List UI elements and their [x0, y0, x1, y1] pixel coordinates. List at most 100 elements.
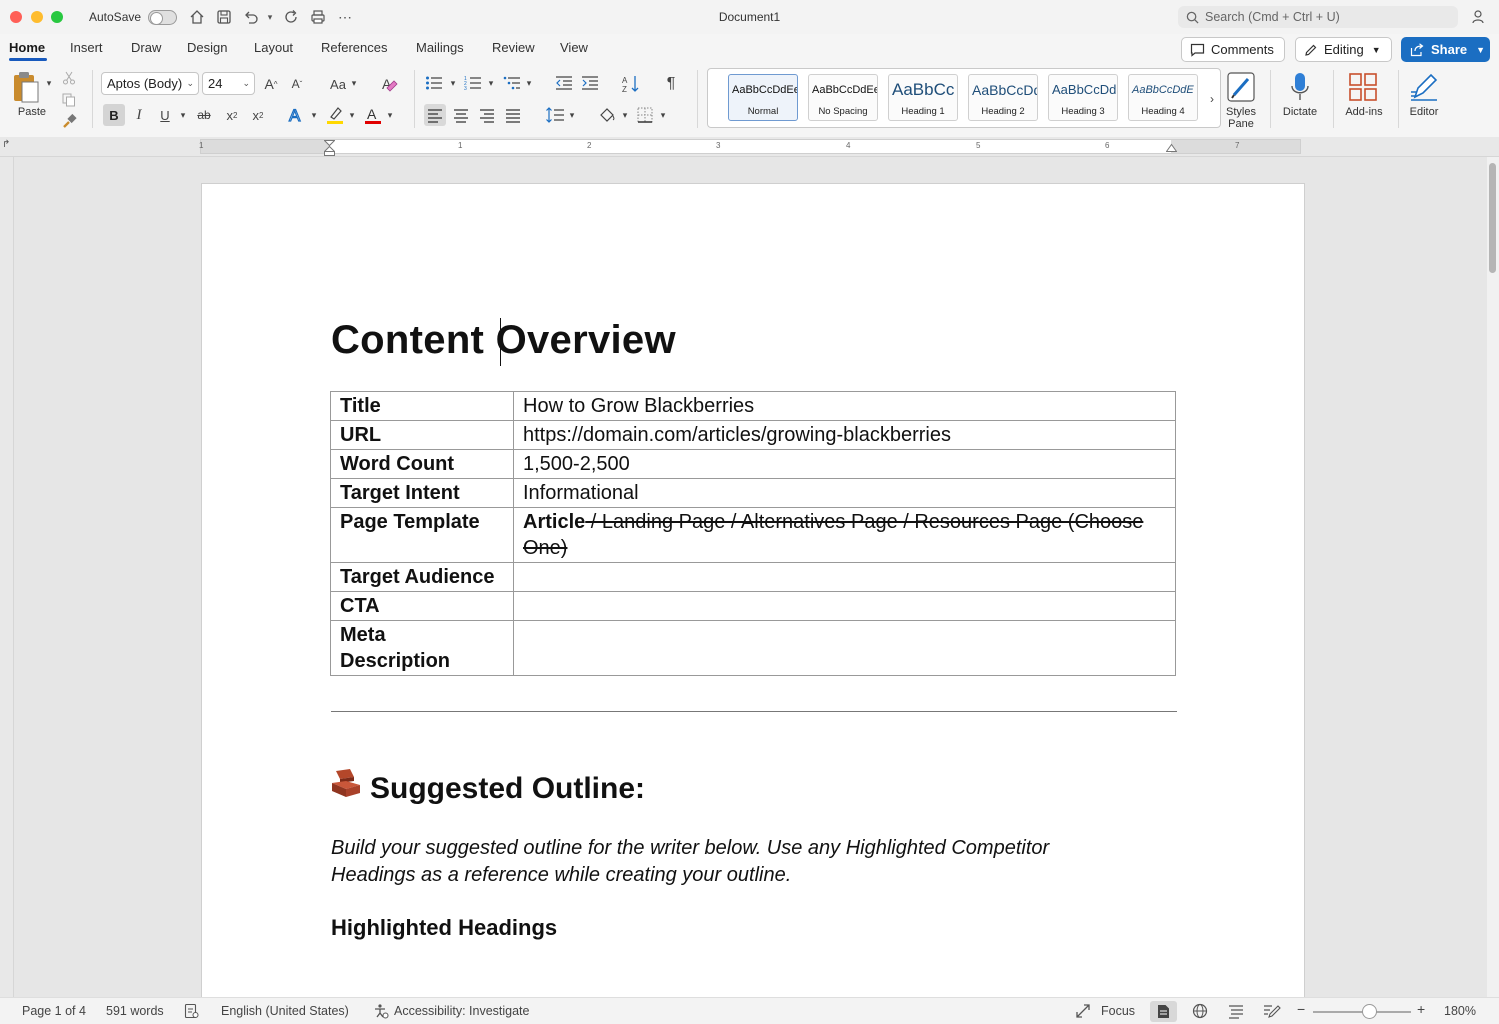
tab-view[interactable]: View: [560, 40, 588, 55]
page-count[interactable]: Page 1 of 4: [22, 1004, 86, 1018]
table-key[interactable]: Page Template: [330, 507, 514, 563]
show-formatting-marks-icon[interactable]: ¶: [661, 73, 681, 95]
right-indent-marker[interactable]: [1166, 143, 1177, 152]
share-button[interactable]: Share ▼: [1401, 37, 1490, 62]
tab-references[interactable]: References: [321, 40, 387, 55]
microphone-icon[interactable]: [1285, 70, 1315, 104]
tab-draw[interactable]: Draw: [131, 40, 161, 55]
align-right-button[interactable]: [477, 104, 497, 126]
first-line-indent-marker[interactable]: [324, 140, 335, 156]
table-value[interactable]: How to Grow Blackberries: [513, 391, 1176, 421]
focus-button[interactable]: Focus: [1101, 1004, 1135, 1018]
borders-icon[interactable]: [634, 104, 656, 126]
table-key[interactable]: CTA: [330, 591, 514, 621]
scrollbar-thumb[interactable]: [1489, 163, 1496, 273]
italic-button[interactable]: I: [130, 104, 148, 126]
style-normal[interactable]: AaBbCcDdEe Normal: [728, 74, 798, 121]
add-ins-icon[interactable]: [1347, 70, 1379, 104]
accessibility-status[interactable]: Accessibility: Investigate: [394, 1004, 529, 1018]
increase-indent-icon[interactable]: [580, 73, 600, 93]
numbering-icon[interactable]: 123: [463, 73, 483, 93]
paste-dropdown-icon[interactable]: ▾: [44, 78, 54, 89]
tab-stop-selector-icon[interactable]: ↱: [2, 139, 10, 150]
text-effects-icon[interactable]: A: [286, 104, 306, 126]
redo-icon[interactable]: [282, 8, 300, 26]
language-status[interactable]: English (United States): [221, 1004, 349, 1018]
comments-button[interactable]: Comments: [1181, 37, 1285, 62]
zoom-level[interactable]: 180%: [1444, 1004, 1476, 1018]
grow-font-icon[interactable]: A ^: [261, 74, 281, 94]
undo-dropdown-icon[interactable]: ▾: [264, 8, 276, 26]
bullets-icon[interactable]: [424, 73, 444, 93]
draft-view-icon[interactable]: [1263, 1003, 1281, 1019]
clear-formatting-icon[interactable]: A: [380, 74, 400, 94]
gallery-more-icon[interactable]: ›: [1205, 89, 1219, 109]
table-key[interactable]: Title: [330, 391, 514, 421]
document-page[interactable]: Content Overview Title How to Grow Black…: [201, 183, 1305, 997]
shading-icon[interactable]: [596, 104, 618, 126]
tab-home[interactable]: Home: [9, 40, 45, 55]
copy-icon[interactable]: [61, 92, 77, 108]
borders-dropdown-icon[interactable]: ▾: [658, 110, 668, 121]
styles-pane-icon[interactable]: [1225, 70, 1257, 104]
table-value[interactable]: Article / Landing Page / Alternatives Pa…: [513, 507, 1176, 563]
editor-icon[interactable]: [1408, 70, 1440, 104]
highlight-dropdown-icon[interactable]: ▾: [347, 110, 357, 121]
shading-dropdown-icon[interactable]: ▾: [620, 110, 630, 121]
cut-icon[interactable]: [61, 70, 77, 86]
multilevel-list-icon[interactable]: [502, 73, 522, 93]
line-spacing-dropdown-icon[interactable]: ▾: [567, 110, 577, 121]
sort-icon[interactable]: AZ: [620, 73, 642, 95]
minimize-window-button[interactable]: [31, 11, 43, 23]
style-heading-3[interactable]: AaBbCcDd Heading 3: [1048, 74, 1118, 121]
home-icon[interactable]: [188, 8, 206, 26]
horizontal-ruler[interactable]: ↱ 1 1 2 3 4 5 6 7: [0, 137, 1499, 157]
table-value[interactable]: [513, 591, 1176, 621]
vertical-scrollbar[interactable]: [1487, 157, 1499, 997]
change-case-dropdown-icon[interactable]: ▾: [349, 78, 359, 89]
style-heading-1[interactable]: AaBbCc Heading 1: [888, 74, 958, 121]
tab-mailings[interactable]: Mailings: [416, 40, 464, 55]
zoom-window-button[interactable]: [51, 11, 63, 23]
table-key[interactable]: URL: [330, 420, 514, 450]
account-icon[interactable]: [1470, 8, 1488, 26]
table-key[interactable]: Target Audience: [330, 562, 514, 592]
table-value[interactable]: https://domain.com/articles/growing-blac…: [513, 420, 1176, 450]
text-effects-dropdown-icon[interactable]: ▾: [309, 110, 319, 121]
tab-design[interactable]: Design: [187, 40, 227, 55]
tab-review[interactable]: Review: [492, 40, 535, 55]
table-key[interactable]: Meta Description: [330, 620, 514, 676]
change-case-icon[interactable]: Aa: [327, 74, 349, 94]
font-size-select[interactable]: 24 ⌄: [202, 72, 255, 95]
align-center-button[interactable]: [451, 104, 471, 126]
superscript-button[interactable]: x2: [248, 104, 268, 126]
close-window-button[interactable]: [10, 11, 22, 23]
style-heading-2[interactable]: AaBbCcDd Heading 2: [968, 74, 1038, 121]
underline-button[interactable]: U: [156, 104, 174, 126]
subscript-button[interactable]: x2: [222, 104, 242, 126]
table-value[interactable]: [513, 562, 1176, 592]
print-icon[interactable]: [309, 8, 327, 26]
decrease-indent-icon[interactable]: [554, 73, 574, 93]
autosave-toggle[interactable]: [148, 10, 177, 25]
table-value[interactable]: [513, 620, 1176, 676]
numbering-dropdown-icon[interactable]: ▾: [486, 78, 496, 89]
multilevel-dropdown-icon[interactable]: ▾: [524, 78, 534, 89]
bold-button[interactable]: B: [103, 104, 125, 126]
table-value[interactable]: Informational: [513, 478, 1176, 508]
zoom-in-button[interactable]: +: [1417, 1001, 1425, 1017]
table-key[interactable]: Word Count: [330, 449, 514, 479]
format-painter-icon[interactable]: [61, 113, 77, 129]
font-color-icon[interactable]: A: [362, 104, 384, 126]
table-key[interactable]: Target Intent: [330, 478, 514, 508]
style-no-spacing[interactable]: AaBbCcDdEe No Spacing: [808, 74, 878, 121]
align-left-button[interactable]: [424, 104, 446, 126]
word-count[interactable]: 591 words: [106, 1004, 164, 1018]
search-input[interactable]: Search (Cmd + Ctrl + U): [1178, 6, 1458, 28]
zoom-slider-knob[interactable]: [1362, 1004, 1377, 1019]
line-spacing-icon[interactable]: [544, 104, 566, 126]
more-options-icon[interactable]: ⋯: [336, 8, 354, 26]
zoom-out-button[interactable]: −: [1297, 1001, 1305, 1017]
tab-insert[interactable]: Insert: [70, 40, 103, 55]
save-icon[interactable]: [215, 8, 233, 26]
